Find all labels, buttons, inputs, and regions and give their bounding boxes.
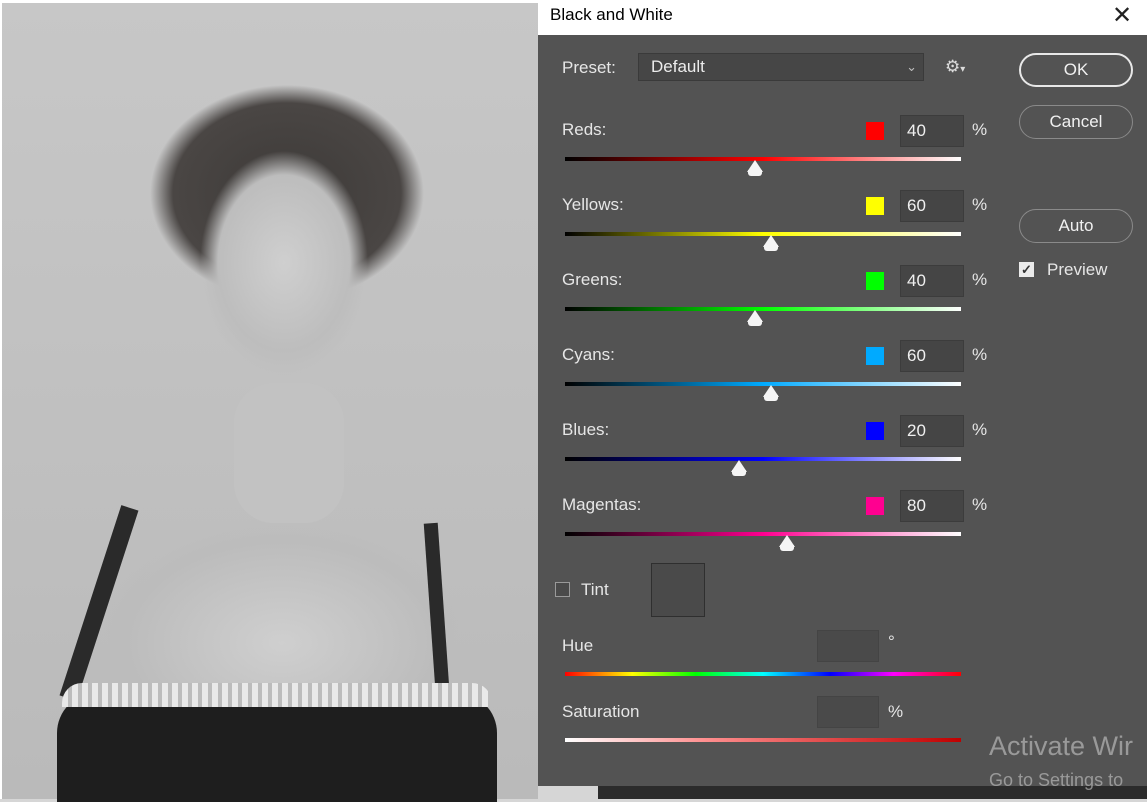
hue-unit: ° xyxy=(888,632,895,651)
blues-label: Blues: xyxy=(562,420,610,439)
yellows-unit: % xyxy=(972,195,988,214)
yellows-value-input[interactable]: 60 xyxy=(900,190,964,222)
canvas-photo xyxy=(0,0,538,802)
photo-lace xyxy=(62,683,492,707)
magentas-label: Magentas: xyxy=(562,495,642,514)
gear-icon[interactable]: ⚙▾ xyxy=(945,57,965,77)
reds-slider-thumb[interactable] xyxy=(747,160,764,176)
hue-label: Hue xyxy=(562,636,594,655)
saturation-slider-track xyxy=(565,738,961,742)
magentas-color-swatch xyxy=(866,497,884,515)
chevron-down-icon: ⌄ xyxy=(906,59,917,74)
cyans-unit: % xyxy=(972,345,988,364)
saturation-label: Saturation xyxy=(562,702,640,721)
yellows-label: Yellows: xyxy=(562,195,624,214)
preview-label: Preview xyxy=(1047,260,1108,279)
photo-neck xyxy=(234,383,344,523)
greens-color-swatch xyxy=(866,272,884,290)
dialog-title: Black and White xyxy=(550,5,673,24)
photo-strap-left xyxy=(59,505,139,701)
tint-label: Tint xyxy=(581,580,609,599)
cyans-value-input[interactable]: 60 xyxy=(900,340,964,372)
greens-label: Greens: xyxy=(562,270,623,289)
saturation-unit: % xyxy=(888,702,904,721)
preset-label: Preset: xyxy=(562,58,616,77)
preset-select[interactable]: Default ⌄ xyxy=(638,53,924,81)
tint-color-swatch[interactable] xyxy=(651,563,705,617)
magentas-value-input[interactable]: 80 xyxy=(900,490,964,522)
cyans-label: Cyans: xyxy=(562,345,615,364)
magentas-slider-thumb[interactable] xyxy=(778,535,795,551)
saturation-field xyxy=(817,696,879,728)
blues-slider-thumb[interactable] xyxy=(731,460,748,476)
tint-checkbox[interactable] xyxy=(555,582,570,597)
preview-checkbox[interactable]: ✓ xyxy=(1019,262,1034,277)
reds-value-input[interactable]: 40 xyxy=(900,115,964,147)
photo-garment xyxy=(57,693,497,802)
yellows-color-swatch xyxy=(866,197,884,215)
black-and-white-dialog: Black and White ✕ Preset: Default ⌄ ⚙▾ O… xyxy=(538,0,1147,786)
greens-value-input[interactable]: 40 xyxy=(900,265,964,297)
blues-color-swatch xyxy=(866,422,884,440)
blues-unit: % xyxy=(972,420,988,439)
magentas-unit: % xyxy=(972,495,988,514)
close-icon[interactable]: ✕ xyxy=(1107,1,1137,31)
cancel-button[interactable]: Cancel xyxy=(1019,105,1133,139)
hue-field xyxy=(817,630,879,662)
watermark-line1: Activate Wir xyxy=(989,731,1134,761)
blues-value-input[interactable]: 20 xyxy=(900,415,964,447)
reds-label: Reds: xyxy=(562,120,607,139)
cyans-color-swatch xyxy=(866,347,884,365)
yellows-slider-thumb[interactable] xyxy=(762,235,779,251)
watermark-line2: Go to Settings to xyxy=(989,770,1124,790)
auto-button[interactable]: Auto xyxy=(1019,209,1133,243)
hue-slider-track xyxy=(565,672,961,676)
cyans-slider-thumb[interactable] xyxy=(762,385,779,401)
magentas-slider-track[interactable] xyxy=(565,532,961,536)
reds-unit: % xyxy=(972,120,988,139)
greens-unit: % xyxy=(972,270,988,289)
photo-strap-right xyxy=(423,522,451,704)
preset-value: Default xyxy=(651,57,705,76)
dialog-titlebar[interactable]: Black and White ✕ xyxy=(538,0,1147,35)
blues-slider-track[interactable] xyxy=(565,457,961,461)
greens-slider-thumb[interactable] xyxy=(747,310,764,326)
ok-button[interactable]: OK xyxy=(1019,53,1133,87)
reds-color-swatch xyxy=(866,122,884,140)
